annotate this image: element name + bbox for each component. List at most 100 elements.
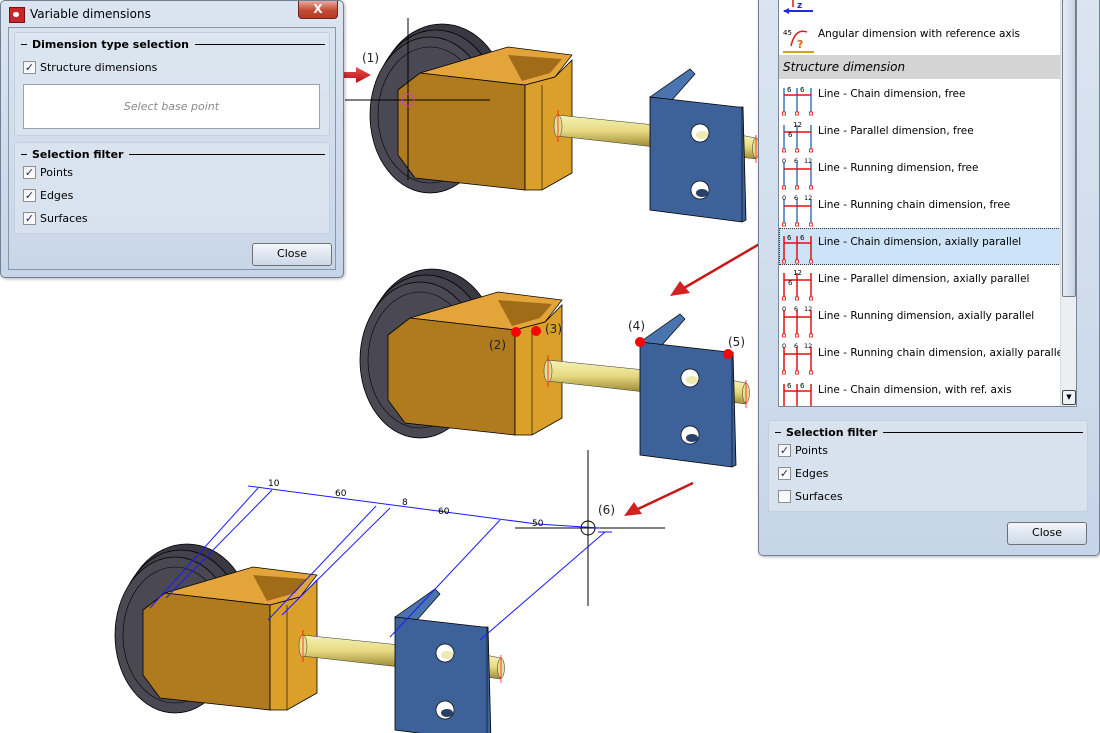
group-title: Dimension type selection	[32, 37, 189, 51]
scroll-down-arrow-icon[interactable]: ▼	[1062, 390, 1076, 405]
checkbox-label: Surfaces	[40, 212, 88, 225]
list-item[interactable]: 12 6 Line - Parallel dimension, axially p…	[779, 265, 1061, 302]
list-item[interactable]: 66 Line - Chain dimension, axially paral…	[779, 228, 1061, 265]
close-button[interactable]: Close	[252, 243, 332, 266]
checkbox-label: Points	[795, 444, 829, 457]
svg-text:6: 6	[788, 279, 793, 287]
list-item[interactable]: 45 ? Angular dimension with reference ax…	[779, 20, 1061, 57]
dialog-title: Variable dimensions	[30, 7, 151, 21]
variable-dimensions-dialog: Variable dimensions X Dimension type sel…	[0, 0, 344, 278]
dimension-label: 10	[268, 479, 280, 489]
group-title: Selection filter	[786, 425, 878, 439]
callout-6: (6)	[598, 503, 615, 517]
axial-structure-dimension-icon: 66	[783, 382, 812, 406]
list-item-label: Line - Running dimension, free	[818, 162, 979, 174]
checkmark-icon: ✓	[23, 212, 36, 225]
svg-text:6: 6	[787, 234, 792, 242]
svg-text:?: ?	[797, 38, 803, 51]
list-item[interactable]: 0 6 12 Line - Running dimension, free	[779, 154, 1061, 191]
list-item-label: Line - Running chain dimension, free	[818, 199, 1011, 211]
list-item-label: Line - Chain dimension, free	[818, 88, 966, 100]
list-item-label: Line - Parallel dimension, axially paral…	[818, 273, 1030, 285]
svg-text:6: 6	[794, 305, 798, 313]
base-point-prompt: Select base point	[23, 84, 320, 129]
callout-3: (3)	[545, 322, 562, 336]
close-window-button[interactable]: X	[298, 1, 338, 19]
callout-5: (5)	[728, 335, 745, 349]
svg-text:6: 6	[794, 157, 798, 165]
list-item-label: Line - Running dimension, axially parall…	[818, 310, 1035, 322]
edges-checkbox[interactable]: ✓ Edges	[23, 189, 73, 202]
axial-structure-dimension-icon: 0 6 12	[782, 342, 813, 375]
dimension-type-group: Dimension type selection ✓ Structure dim…	[14, 32, 330, 136]
svg-text:6: 6	[800, 382, 805, 390]
points-checkbox[interactable]: ✓ Points	[23, 166, 73, 179]
axial-structure-dimension-icon: 66	[782, 234, 813, 264]
svg-text:0: 0	[782, 194, 786, 202]
list-item-label: Line - Running chain dimension, axially …	[818, 347, 1066, 359]
list-item-label: Line - Chain dimension, with ref. axis	[818, 384, 1012, 396]
close-button[interactable]: Close	[1007, 522, 1087, 545]
app-icon	[9, 7, 25, 23]
list-item[interactable]: 12 6 Line - Parallel dimension, free	[779, 117, 1061, 154]
svg-text:0: 0	[782, 342, 786, 350]
selection-filter-group: Selection filter ✓ Points ✓ Edges ✓ Surface…	[14, 142, 330, 234]
axial-structure-dimension-icon: 0 6 12	[782, 305, 813, 338]
group-title: Selection filter	[32, 147, 124, 161]
angular-dimension-icon: 45 ?	[783, 29, 814, 53]
list-item[interactable]: 0 6 12 Line - Running dimension, axially p…	[779, 302, 1061, 339]
dimension-labels: 10 60 8 60 50	[268, 479, 544, 529]
model-step-3	[114, 543, 505, 733]
checkbox-label: Surfaces	[795, 490, 843, 503]
list-item-label: Line - Parallel dimension, free	[818, 125, 974, 137]
list-item[interactable]: 66 Line - Chain dimension, with ref. axi…	[779, 376, 1061, 406]
svg-text:6: 6	[787, 382, 792, 390]
surfaces-checkbox[interactable]: ✓ Surfaces	[23, 212, 88, 225]
checkmark-icon: ✓	[23, 61, 36, 74]
svg-text:12: 12	[793, 269, 802, 277]
checkmark-icon: ✓	[23, 166, 36, 179]
list-item-label: Angular dimension with reference axis	[818, 28, 1021, 40]
svg-text:6: 6	[787, 86, 792, 94]
svg-text:6: 6	[794, 342, 798, 350]
svg-text:45: 45	[783, 29, 792, 37]
surfaces-checkbox[interactable]: Surfaces	[778, 490, 843, 503]
svg-text:6: 6	[800, 234, 805, 242]
checkbox-label: Edges	[40, 189, 74, 202]
dialog-titlebar[interactable]: Variable dimensions X	[1, 1, 343, 29]
svg-text:0: 0	[782, 305, 786, 313]
structure-dimensions-checkbox[interactable]: ✓ Structure dimensions	[23, 61, 157, 74]
callout-1: (1)	[362, 51, 379, 65]
free-structure-dimension-icon: 0 6 12	[782, 194, 813, 227]
scrollbar-thumb[interactable]	[1062, 0, 1076, 297]
svg-text:0: 0	[782, 157, 786, 165]
svg-text:6: 6	[800, 86, 805, 94]
svg-text:12: 12	[804, 305, 812, 313]
list-item[interactable]: 0 6 12 Line - Running chain dimension, axi…	[779, 339, 1066, 376]
checkbox-label: Edges	[795, 467, 829, 480]
axial-structure-dimension-icon: 126	[782, 269, 813, 301]
svg-text:12: 12	[804, 194, 812, 202]
free-structure-dimension-icon: 66	[782, 86, 813, 116]
edges-checkbox[interactable]: ✓ Edges	[778, 467, 828, 480]
dimension-label: 50	[532, 519, 544, 529]
model-step-2	[359, 268, 750, 468]
checkmark-icon: ✓	[23, 189, 36, 202]
list-item[interactable]: 0 6 12 Line - Running chain dimension, fre…	[779, 191, 1061, 228]
svg-text:12: 12	[804, 342, 812, 350]
checkbox-label: Structure dimensions	[40, 61, 158, 74]
free-structure-dimension-icon: 0 6 12	[782, 157, 813, 190]
svg-text:6: 6	[794, 194, 798, 202]
points-checkbox[interactable]: ✓ Points	[778, 444, 828, 457]
dimension-label: 60	[438, 507, 450, 517]
dimension-type-list[interactable]: z 45 ? Angular dimension with reference …	[778, 0, 1077, 407]
dimension-label: 60	[335, 489, 347, 499]
list-item[interactable]: 66 Line - Chain dimension, free	[779, 80, 1061, 117]
list-scrollbar[interactable]: ▼	[1060, 0, 1076, 406]
svg-text:12: 12	[804, 157, 812, 165]
free-structure-dimension-icon: 126	[782, 121, 813, 153]
category-header: Structure dimension	[779, 55, 1061, 79]
checkmark-icon: ✓	[778, 467, 791, 480]
svg-text:z: z	[797, 1, 802, 11]
dimension-label: 8	[402, 498, 408, 508]
